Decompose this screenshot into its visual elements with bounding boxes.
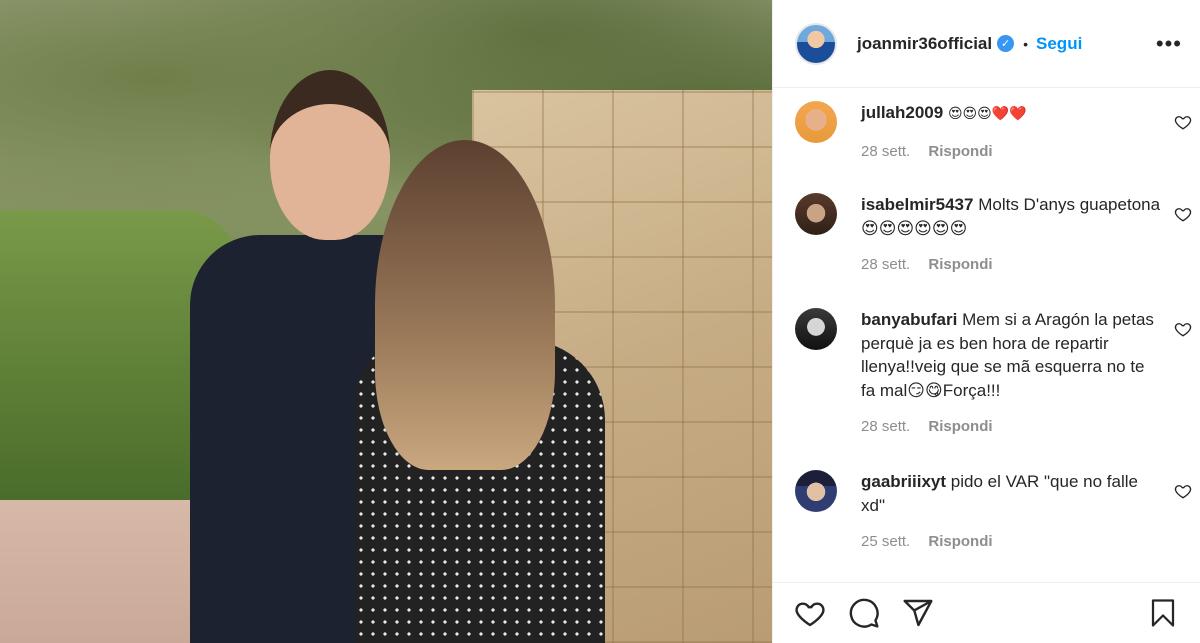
- comment-username[interactable]: gaabriiixyt: [861, 472, 946, 491]
- more-options-icon[interactable]: •••: [1156, 32, 1182, 55]
- comment-time[interactable]: 28 sett.: [861, 418, 910, 435]
- comment-body: jullah2009 😍😍😍❤️❤️ 28 sett. Rispondi: [861, 101, 1161, 160]
- reply-button[interactable]: Rispondi: [928, 418, 992, 435]
- comment-body: gaabriiixyt pido el VAR "que no falle xd…: [861, 470, 1161, 550]
- comment-item: banyabufari Mem si a Aragón la petas per…: [795, 308, 1192, 435]
- owner-username[interactable]: joanmir36official: [857, 34, 992, 54]
- comment-meta: 28 sett. Rispondi: [861, 418, 1161, 435]
- comment-item: gaabriiixyt pido el VAR "que no falle xd…: [795, 470, 1192, 550]
- share-icon: [903, 599, 933, 627]
- heart-icon: [795, 602, 825, 627]
- comment-time[interactable]: 25 sett.: [861, 533, 910, 550]
- like-button[interactable]: [793, 596, 827, 630]
- post-actions-bar: [773, 582, 1200, 643]
- comment-item: isabelmir5437 Molts D'anys guapetona 😍😍😍…: [795, 193, 1192, 273]
- comment-text: banyabufari Mem si a Aragón la petas per…: [861, 308, 1161, 402]
- heart-icon[interactable]: [1174, 482, 1192, 500]
- comment-body: isabelmir5437 Molts D'anys guapetona 😍😍😍…: [861, 193, 1161, 273]
- reply-button[interactable]: Rispondi: [928, 256, 992, 273]
- comment-meta: 25 sett. Rispondi: [861, 533, 1161, 550]
- post-sidebar: joanmir36official ✓ • Segui ••• jullah20…: [772, 0, 1200, 643]
- save-button[interactable]: [1146, 596, 1180, 630]
- comment-username[interactable]: jullah2009: [861, 103, 943, 122]
- post-photo[interactable]: [0, 0, 772, 643]
- comment-time[interactable]: 28 sett.: [861, 143, 910, 160]
- comment-body: banyabufari Mem si a Aragón la petas per…: [861, 308, 1161, 435]
- heart-icon[interactable]: [1174, 205, 1192, 223]
- commenter-avatar[interactable]: [795, 470, 837, 512]
- comment-text: isabelmir5437 Molts D'anys guapetona 😍😍😍…: [861, 193, 1161, 240]
- owner-avatar[interactable]: [795, 22, 837, 65]
- reply-button[interactable]: Rispondi: [928, 533, 992, 550]
- comment-item: jullah2009 😍😍😍❤️❤️ 28 sett. Rispondi: [795, 101, 1192, 160]
- follow-button[interactable]: Segui: [1036, 34, 1082, 54]
- commenter-avatar[interactable]: [795, 193, 837, 235]
- header-separator: •: [1023, 35, 1029, 52]
- commenter-avatar[interactable]: [795, 101, 837, 143]
- photo-woman: [355, 140, 615, 643]
- comment-text: jullah2009 😍😍😍❤️❤️: [861, 101, 1161, 127]
- comment-text: gaabriiixyt pido el VAR "que no falle xd…: [861, 470, 1161, 517]
- photo-woman-hair: [375, 140, 555, 470]
- reply-button[interactable]: Rispondi: [928, 143, 992, 160]
- comment-message: 😍😍😍❤️❤️: [947, 106, 1027, 122]
- comment-meta: 28 sett. Rispondi: [861, 256, 1161, 273]
- comment-button[interactable]: [847, 596, 881, 630]
- bookmark-icon: [1151, 599, 1175, 627]
- comment-username[interactable]: banyabufari: [861, 310, 957, 329]
- comment-meta: 28 sett. Rispondi: [861, 143, 1161, 160]
- comment-icon: [849, 598, 879, 628]
- verified-badge-icon: ✓: [997, 35, 1015, 52]
- share-button[interactable]: [901, 596, 935, 630]
- heart-icon[interactable]: [1174, 113, 1192, 131]
- comment-username[interactable]: isabelmir5437: [861, 195, 973, 214]
- heart-icon[interactable]: [1174, 320, 1192, 338]
- post-header: joanmir36official ✓ • Segui •••: [773, 0, 1200, 88]
- comment-time[interactable]: 28 sett.: [861, 256, 910, 273]
- comments-list[interactable]: jullah2009 😍😍😍❤️❤️ 28 sett. Rispondi isa…: [773, 89, 1200, 582]
- commenter-avatar[interactable]: [795, 308, 837, 350]
